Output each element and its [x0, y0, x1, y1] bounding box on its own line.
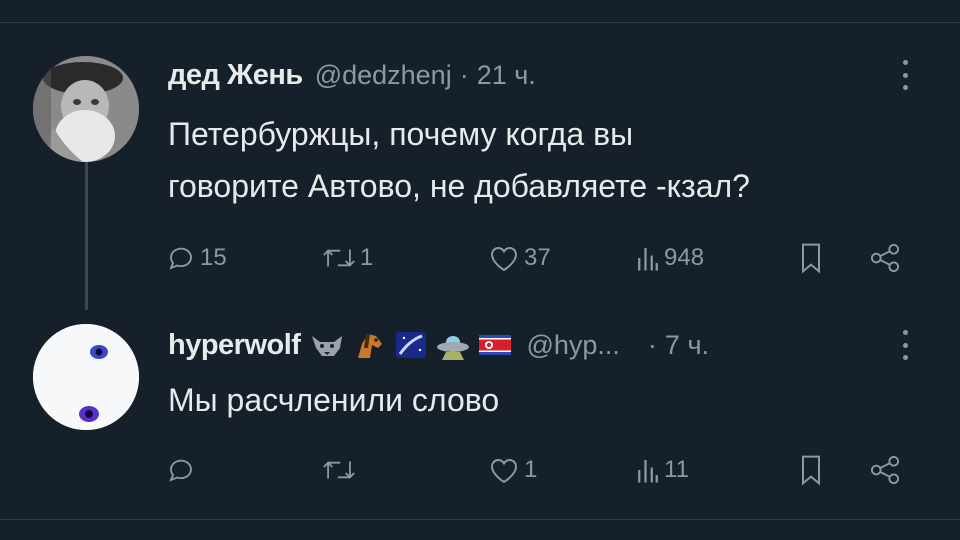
bookmark-button[interactable]: [798, 236, 824, 280]
like-button[interactable]: 37: [488, 236, 551, 280]
wolf-emoji: [312, 336, 343, 356]
views-button[interactable]: 11: [636, 448, 689, 492]
tweet-text-line: говорите Автово, не добавляете -кзал?: [168, 168, 750, 204]
separator: ·: [459, 59, 469, 90]
reply-icon: [169, 247, 192, 270]
north-korea-flag-emoji: [479, 335, 512, 355]
reply-button[interactable]: 15: [166, 236, 227, 280]
retweet-count: 1: [360, 244, 374, 271]
timestamp[interactable]: 21 ч.: [477, 60, 536, 91]
bookmark-icon: [802, 243, 820, 274]
views-count: 11: [664, 456, 689, 483]
avatar[interactable]: [33, 324, 139, 430]
bookmark-button[interactable]: [798, 448, 824, 492]
share-icon: [870, 455, 900, 485]
author-name[interactable]: hyperwolf: [168, 329, 301, 362]
retweet-button[interactable]: [322, 448, 360, 492]
avatar-image: [33, 56, 139, 162]
share-button[interactable]: [868, 236, 902, 280]
tweet-text: Мы расчленили слово: [168, 374, 928, 426]
action-bar: 15 1 37 948: [0, 236, 960, 280]
avatar-image: [33, 324, 139, 430]
author-handle[interactable]: @hyp...: [526, 330, 619, 361]
views-button[interactable]: 948: [636, 236, 704, 280]
retweet-icon: [323, 461, 355, 479]
tweet-text-line: Петербуржцы, почему когда вы: [168, 116, 634, 152]
author-handle[interactable]: @dedzhenj: [315, 60, 452, 91]
reply-button[interactable]: [166, 448, 200, 492]
horse-emoji: [358, 333, 383, 358]
share-icon: [870, 243, 900, 273]
action-bar: 1 11: [0, 448, 960, 492]
avatar[interactable]: [33, 56, 139, 162]
more-icon[interactable]: [899, 60, 911, 90]
retweet-icon: [323, 249, 355, 267]
like-icon: [491, 247, 517, 272]
retweet-button[interactable]: 1: [322, 236, 373, 280]
ufo-emoji: [437, 336, 470, 360]
reply-count: 15: [200, 244, 227, 271]
top-divider: [0, 22, 960, 23]
tweet-text: Петербуржцы, почему когда вы говорите Ав…: [168, 108, 928, 212]
like-count: 1: [524, 456, 538, 483]
more-icon[interactable]: [899, 330, 911, 360]
tweet-header: hyperwolf @hyp... · 7 ч.: [168, 320, 709, 370]
like-icon: [491, 459, 517, 484]
thread-connector-line: [85, 160, 88, 310]
like-count: 37: [524, 244, 551, 271]
author-name[interactable]: дед Жень: [168, 59, 303, 92]
separator: ·: [647, 329, 657, 360]
timestamp[interactable]: 7 ч.: [665, 330, 709, 361]
views-icon: [638, 460, 658, 483]
tweet-header: дед Жень @dedzhenj · 21 ч.: [168, 50, 536, 100]
like-button[interactable]: 1: [488, 448, 537, 492]
galaxy-emoji: [396, 332, 427, 358]
name-emojis: [308, 330, 514, 360]
share-button[interactable]: [868, 448, 902, 492]
views-count: 948: [664, 244, 705, 271]
bookmark-icon: [802, 455, 820, 486]
tweet-text-line: Мы расчленили слово: [168, 382, 500, 418]
bottom-divider: [0, 519, 960, 520]
reply-icon: [169, 459, 192, 482]
views-icon: [638, 248, 658, 271]
